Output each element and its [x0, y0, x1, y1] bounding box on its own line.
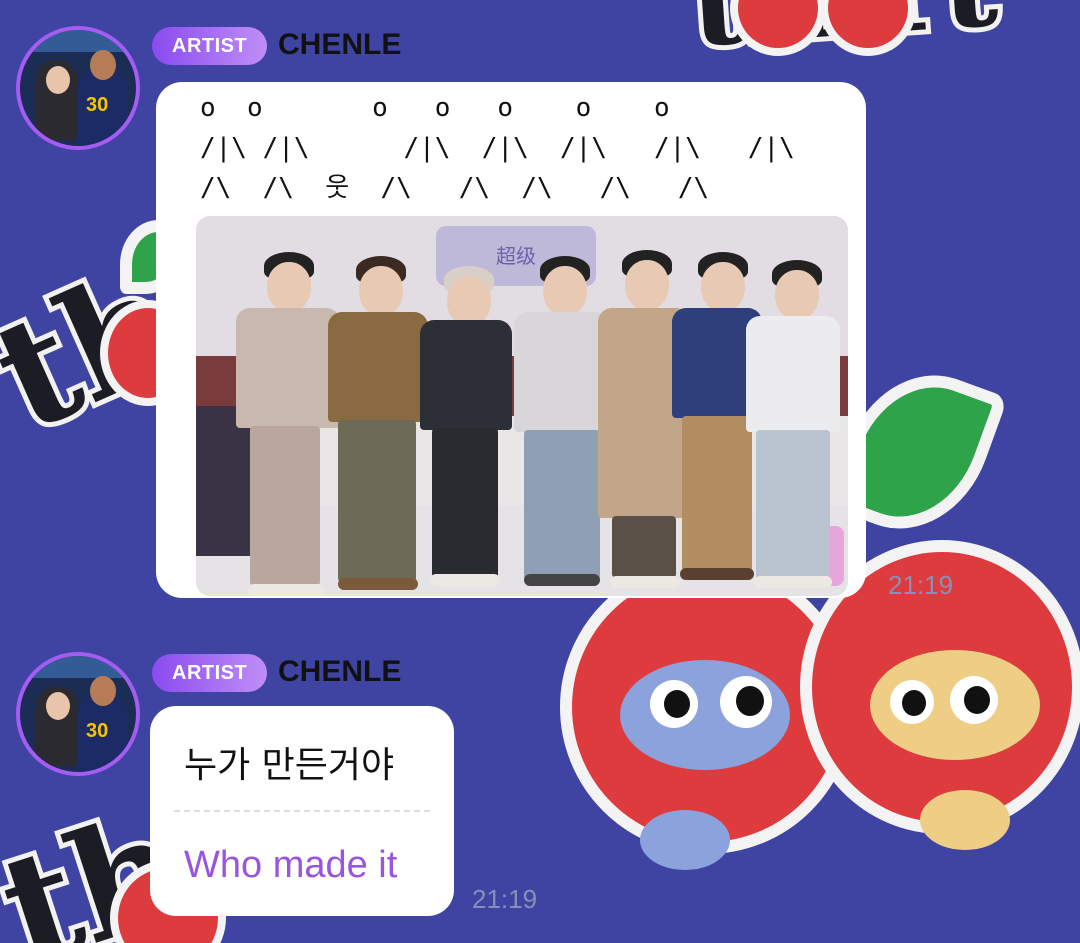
avatar[interactable]: 30 [16, 26, 140, 150]
translated-text: Who made it [184, 844, 398, 886]
avatar-backdrop [20, 30, 136, 52]
sender-name[interactable]: CHENLE [278, 28, 401, 62]
message-bubble[interactable]: 누가 만든거야 Who made it [150, 706, 454, 916]
message-timestamp: 21:19 [888, 570, 954, 600]
avatar-jersey-number: 30 [86, 94, 109, 116]
avatar-jersey-number: 30 [86, 720, 109, 742]
avatar[interactable]: 30 [16, 652, 140, 776]
ascii-art-text: o o o o o o o /|\ /|\ /|\ /|\ /|\ /|\ /|… [200, 93, 795, 203]
photo-banner [196, 406, 254, 556]
message-timestamp: 21:19 [472, 884, 538, 914]
message-text: 누가 만든거야 [184, 745, 395, 786]
message-bubble[interactable]: o o o o o o o /|\ /|\ /|\ /|\ /|\ /|\ /|… [156, 82, 866, 598]
artist-badge: ARTIST [152, 27, 268, 65]
message-2: 30 ARTIST CHENLE 누가 만든거야 Who made it 21:… [0, 640, 1080, 940]
avatar-face [46, 692, 70, 720]
avatar-face [46, 66, 70, 94]
translation-divider [174, 810, 430, 812]
message-1: 30 ARTIST CHENLE o o o o o o o /|\ /|\ /… [0, 0, 1080, 620]
message-photo[interactable]: 超级 [196, 216, 848, 596]
avatar-face [90, 676, 116, 706]
artist-badge: ARTIST [152, 654, 268, 692]
avatar-backdrop [20, 656, 136, 678]
avatar-face [90, 50, 116, 80]
sender-name[interactable]: CHENLE [278, 655, 401, 689]
